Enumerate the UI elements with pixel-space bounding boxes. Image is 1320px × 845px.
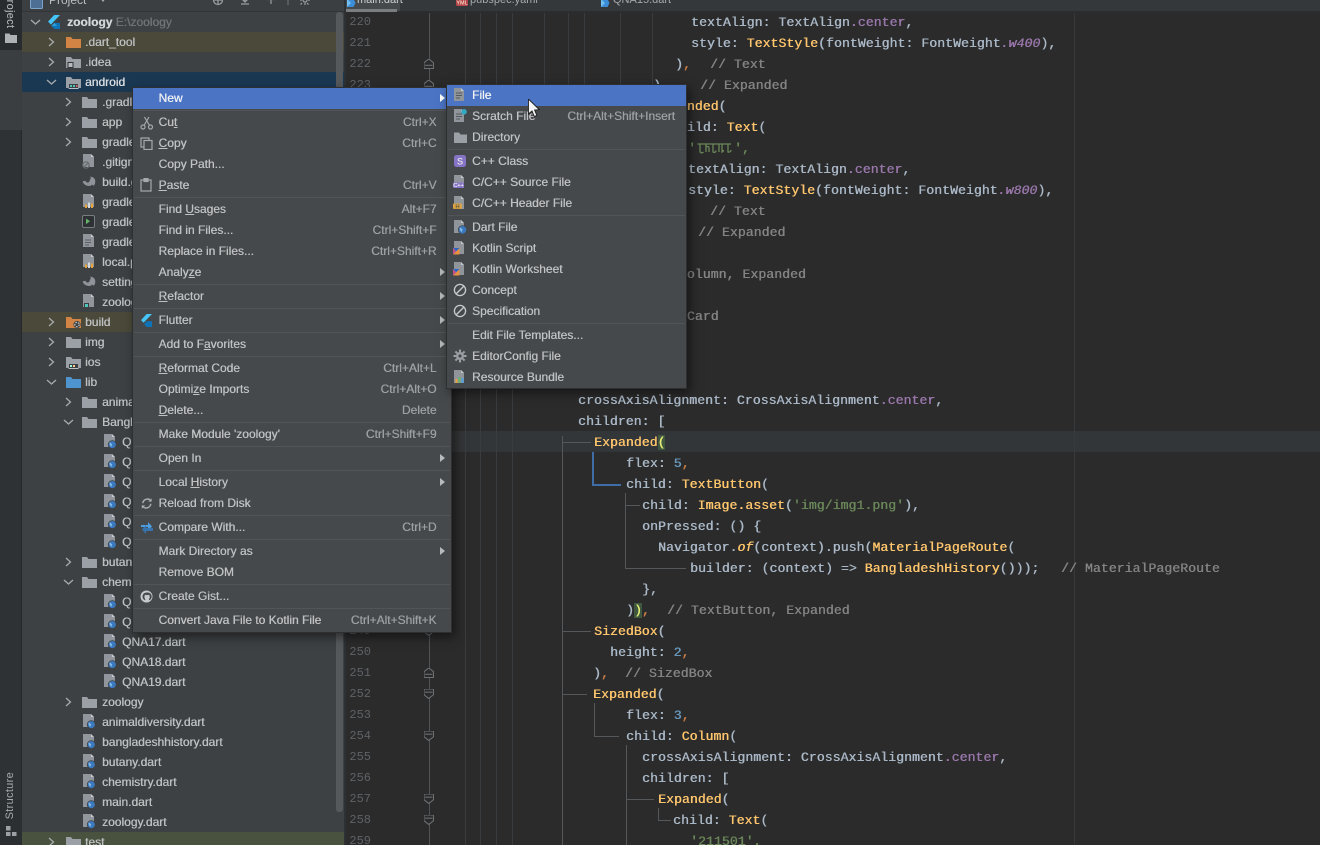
svg-text:H: H (455, 204, 459, 210)
svg-text:S: S (457, 157, 463, 167)
svg-text:YML: YML (456, 1, 467, 7)
svg-text:C++: C++ (453, 183, 463, 189)
